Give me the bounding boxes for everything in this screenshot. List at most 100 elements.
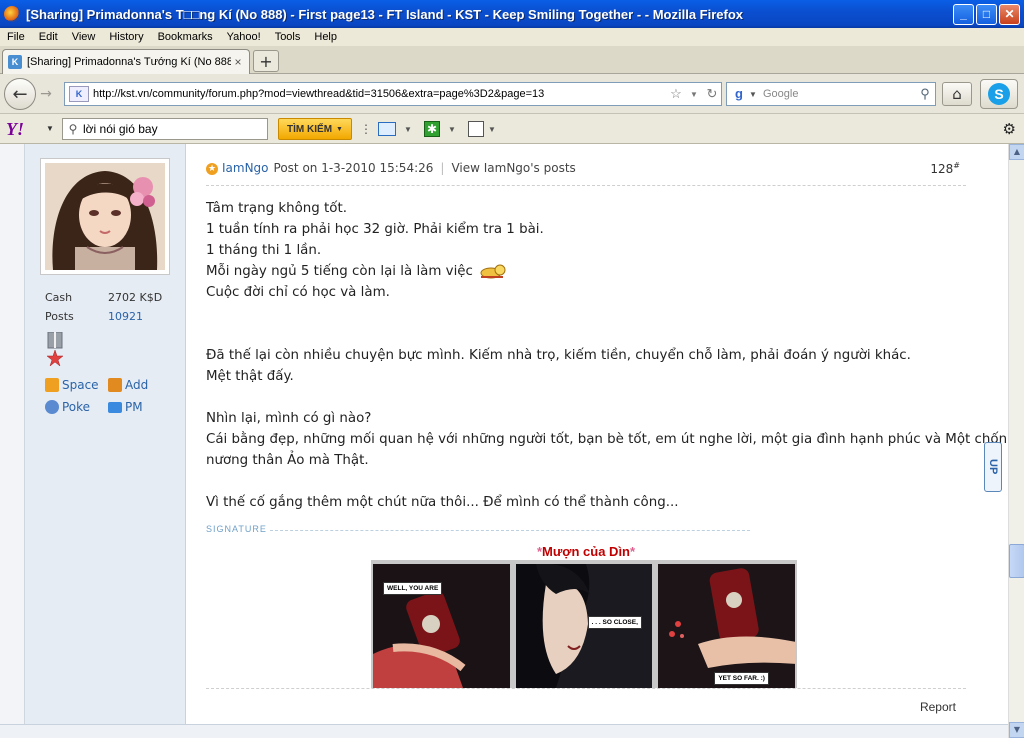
site-identity-icon[interactable]: K: [69, 86, 89, 102]
post-header: ★ IamNgo Post on 1-3-2010 15:54:26 | Vie…: [206, 158, 966, 186]
post-line: [206, 324, 966, 345]
mail-button[interactable]: ▼: [378, 120, 412, 138]
search-icon: ⚲: [68, 122, 78, 136]
handshake-icon: [108, 378, 122, 392]
scroll-up-arrow-icon[interactable]: ▲: [1009, 144, 1024, 160]
post-author-sidebar: Cash 2702 K$D Posts 10921 Space Add Poke…: [25, 144, 186, 738]
reload-icon[interactable]: ↻: [703, 86, 721, 102]
pages-dropdown-icon[interactable]: ▼: [488, 125, 496, 134]
post-line: 1 tháng thi 1 lần.: [206, 243, 322, 258]
post-line: Đã thế lại còn nhiều chuyện bực mình. Ki…: [206, 348, 911, 363]
post-line: Vì thế cố gắng thêm một chút nữa thôi...…: [206, 495, 679, 510]
google-icon[interactable]: g: [731, 86, 747, 102]
post-line: Cái bằng đẹp, những mối quan hệ với nhữn…: [206, 432, 1008, 447]
posts-stat: Posts 10921: [45, 310, 143, 323]
post-number[interactable]: 128#: [930, 161, 960, 176]
yahoo-search-input[interactable]: ⚲ lời nói gió bay: [62, 118, 268, 140]
online-star-icon: ★: [206, 163, 218, 175]
menu-file[interactable]: File: [0, 31, 32, 43]
window-titlebar: [Sharing] Primadonna's T□□ng Kí (No 888)…: [0, 0, 1024, 28]
skype-icon: S: [988, 83, 1010, 105]
firefox-icon: [4, 6, 20, 22]
next-post-strip: [0, 724, 1008, 738]
signature-divider: [270, 530, 750, 531]
scroll-down-arrow-icon[interactable]: ▼: [1009, 722, 1024, 738]
answers-button[interactable]: ✱ ▼: [424, 120, 456, 138]
search-engine-dropdown-icon[interactable]: ▼: [749, 90, 759, 99]
menu-edit[interactable]: Edit: [32, 31, 65, 43]
yahoo-logo[interactable]: Y!: [6, 119, 24, 140]
post: ★ IamNgo Post on 1-3-2010 15:54:26 | Vie…: [206, 144, 1008, 738]
pm-link[interactable]: PM: [108, 400, 143, 414]
home-button[interactable]: ⌂: [942, 82, 972, 106]
chevron-down-icon: ▼: [336, 125, 343, 133]
page-content: Cash 2702 K$D Posts 10921 Space Add Poke…: [0, 144, 1008, 738]
post-author-link[interactable]: IamNgo: [222, 161, 269, 175]
navigation-bar: ← → K http://kst.vn/community/forum.php?…: [0, 74, 1024, 114]
menu-history[interactable]: History: [102, 31, 150, 43]
add-label: Add: [125, 378, 149, 392]
comic-panel-1: WELL, YOU ARE: [373, 564, 510, 688]
post-footer-divider: [206, 688, 966, 689]
posts-label: Posts: [45, 310, 74, 323]
comic-panel-3: YET SO FAR. :): [658, 564, 796, 688]
post-line-with-emoticon: Mỗi ngày ngủ 5 tiếng còn lại là làm việc: [206, 261, 966, 282]
comic-bubble-3: YET SO FAR. :): [714, 672, 769, 685]
space-label: Space: [62, 378, 99, 392]
forward-button[interactable]: →: [36, 84, 56, 104]
cash-value: 2702 K$D: [108, 291, 163, 304]
comic-bubble-1: WELL, YOU ARE: [383, 582, 443, 595]
minimize-button[interactable]: _: [953, 3, 974, 25]
report-link[interactable]: Report: [920, 700, 956, 714]
scroll-up-button[interactable]: UP: [984, 442, 1002, 492]
post-line: [206, 471, 966, 492]
post-line: Nhìn lại, mình có gì nào?: [206, 411, 372, 426]
yahoo-search-button[interactable]: TÌM KIẾM ▼: [278, 118, 352, 140]
gear-icon[interactable]: ⚙: [1003, 120, 1016, 138]
post-timestamp: Post on 1-3-2010 15:54:26: [273, 161, 434, 175]
search-bar[interactable]: g ▼ Google ⚲: [726, 82, 936, 106]
skype-button[interactable]: S: [980, 79, 1018, 109]
mail-dropdown-icon[interactable]: ▼: [404, 125, 412, 134]
menu-help[interactable]: Help: [307, 31, 344, 43]
back-button[interactable]: ←: [4, 78, 36, 110]
signature-comic-image: WELL, YOU ARE . . . SO CLOSE, YET SO FAR…: [371, 560, 797, 688]
view-posts-link[interactable]: View IamNgo's posts: [451, 161, 575, 175]
menu-yahoo[interactable]: Yahoo!: [220, 31, 268, 43]
tab-active[interactable]: K [Sharing] Primadonna's Tướng Kí (No 88…: [2, 49, 250, 74]
space-link[interactable]: Space: [45, 378, 99, 392]
url-input[interactable]: http://kst.vn/community/forum.php?mod=vi…: [93, 88, 667, 100]
add-friend-link[interactable]: Add: [108, 378, 148, 392]
post-line-text: Mỗi ngày ngủ 5 tiếng còn lại là làm việc: [206, 264, 473, 279]
medal-icon: [46, 332, 64, 366]
tab-label: [Sharing] Primadonna's Tướng Kí (No 888)…: [27, 56, 231, 68]
star-icon[interactable]: ☆: [667, 86, 685, 102]
tab-close-icon[interactable]: ×: [231, 55, 245, 69]
poke-icon: [45, 400, 59, 414]
yahoo-dropdown-icon[interactable]: ▼: [46, 124, 54, 133]
scrollbar-thumb[interactable]: [1009, 544, 1024, 578]
url-bar[interactable]: K http://kst.vn/community/forum.php?mod=…: [64, 82, 722, 106]
avatar[interactable]: [40, 158, 170, 275]
maximize-button[interactable]: □: [976, 3, 997, 25]
sleeping-emoticon-icon: [480, 264, 506, 279]
toolbar-grip-icon: ⋮: [360, 122, 372, 136]
signature-label: SIGNATURE: [206, 524, 267, 534]
vertical-scrollbar[interactable]: ▲ ▼: [1008, 144, 1024, 738]
menu-tools[interactable]: Tools: [268, 31, 308, 43]
posts-value[interactable]: 10921: [108, 310, 143, 323]
answers-dropdown-icon[interactable]: ▼: [448, 125, 456, 134]
magnifier-icon[interactable]: ⚲: [915, 86, 935, 102]
yahoo-search-value[interactable]: lời nói gió bay: [83, 122, 158, 136]
menu-view[interactable]: View: [65, 31, 103, 43]
poke-link[interactable]: Poke: [45, 400, 90, 414]
new-tab-button[interactable]: +: [253, 50, 279, 72]
search-input[interactable]: Google: [759, 88, 915, 100]
document-icon: [468, 121, 484, 137]
url-dropdown-icon[interactable]: ▼: [685, 90, 703, 99]
poke-label: Poke: [62, 400, 91, 414]
menu-bookmarks[interactable]: Bookmarks: [151, 31, 220, 43]
close-button[interactable]: ✕: [999, 3, 1020, 25]
signature-title: *Mượn của Dìn*: [206, 544, 966, 559]
pages-button[interactable]: ▼: [468, 120, 496, 138]
